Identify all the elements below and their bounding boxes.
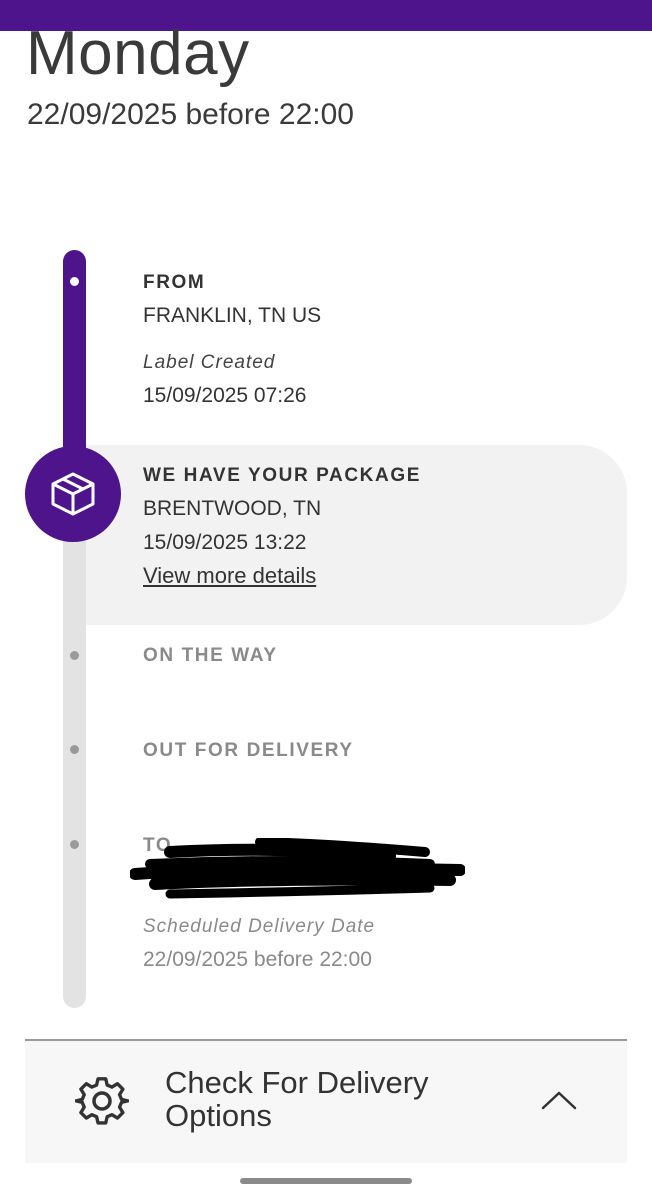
from-timestamp: 15/09/2025 07:26 [143,384,307,407]
home-indicator[interactable] [240,1178,412,1184]
timeline-dot-to [70,840,79,849]
delivery-day-title: Monday [26,19,250,88]
chevron-up-icon[interactable] [540,1088,578,1112]
out-for-delivery-heading: OUT FOR DELIVERY [143,740,354,761]
from-heading: FROM [143,272,206,293]
current-step-location: BRENTWOOD, TN [143,497,322,520]
redaction-scribble [130,838,465,899]
from-location: FRANKLIN, TN US [143,304,322,327]
to-status: Scheduled Delivery Date [143,916,376,937]
to-timestamp: 22/09/2025 before 22:00 [143,948,372,971]
package-box-icon [51,472,95,516]
view-more-details-link[interactable]: View more details [143,563,316,589]
timeline-dot-out-for-delivery [70,745,79,754]
current-step-heading: WE HAVE YOUR PACKAGE [143,465,421,486]
gear-icon [75,1077,129,1125]
timeline-dot-on-the-way [70,651,79,660]
delivery-eta: 22/09/2025 before 22:00 [27,98,354,131]
on-the-way-heading: ON THE WAY [143,645,278,666]
delivery-options-label[interactable]: Check For Delivery Options [165,1066,495,1132]
current-step-timestamp: 15/09/2025 13:22 [143,531,307,554]
from-status: Label Created [143,352,276,373]
current-step-marker [25,446,121,542]
tracking-page: Monday 22/09/2025 before 22:00 FROM FRAN… [0,0,652,1200]
timeline-dot-from [70,277,79,286]
